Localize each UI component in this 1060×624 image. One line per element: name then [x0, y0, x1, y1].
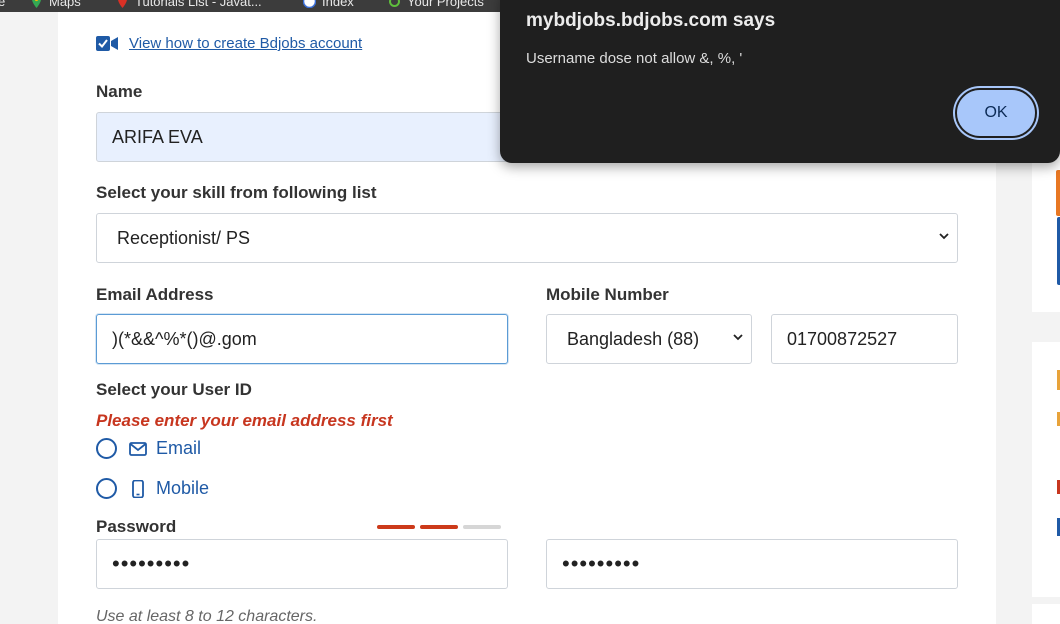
chevron-down-icon	[733, 334, 743, 341]
bookmark-label: Maps	[49, 0, 81, 9]
red-pin-icon	[118, 0, 127, 8]
bookmark-index[interactable]: Index	[303, 0, 354, 9]
userid-error-message: Please enter your email address first	[96, 411, 393, 430]
mobile-number-input[interactable]: 01700872527	[771, 314, 958, 364]
skill-select[interactable]: Receptionist/ PS	[96, 213, 958, 263]
bookmark-tutorials[interactable]: Tutorials List - Javat...	[116, 0, 262, 9]
country-code-value: Bangladesh (88)	[567, 328, 700, 349]
sidebar-card	[1032, 342, 1060, 597]
bookmark-maps[interactable]: Maps	[30, 0, 81, 9]
video-camera-icon	[96, 36, 118, 51]
userid-option-email[interactable]: Email	[96, 438, 201, 459]
name-input[interactable]: ARIFA EVA	[96, 112, 516, 162]
skill-label: Select your skill from following list	[96, 183, 377, 202]
email-option-label: Email	[156, 438, 202, 458]
password-strength-bar-3	[463, 525, 501, 529]
email-label: Email Address	[96, 285, 214, 304]
confirm-password-input[interactable]: •••••••••	[546, 539, 958, 589]
skill-value: Receptionist/ PS	[117, 227, 251, 248]
confirm-password-value: •••••••••	[562, 551, 641, 576]
name-value: ARIFA EVA	[112, 126, 203, 147]
mobile-number-value: 01700872527	[787, 328, 898, 349]
userid-option-mobile[interactable]: Mobile	[96, 478, 209, 499]
userid-label: Select your User ID	[96, 380, 252, 399]
shield-icon	[303, 0, 316, 8]
bookmark-label: Tutorials List - Javat...	[135, 0, 262, 9]
green-circle-icon	[389, 0, 400, 7]
alert-dialog: mybdjobs.bdjobs.com says Username dose n…	[500, 0, 1060, 163]
password-strength-bar-1	[377, 525, 415, 529]
country-code-select[interactable]: Bangladesh (88)	[546, 314, 752, 364]
mobile-radio[interactable]	[96, 478, 117, 499]
sidebar-card	[1032, 604, 1060, 624]
mobile-label: Mobile Number	[546, 285, 669, 304]
password-label: Password	[96, 517, 177, 536]
mobile-phone-icon	[132, 479, 144, 498]
ok-button[interactable]: OK	[955, 88, 1037, 138]
maps-pin-icon	[32, 0, 41, 8]
bookmark-label: Your Projects	[407, 0, 484, 9]
password-value: •••••••••	[112, 551, 191, 576]
bookmark-label: Index	[322, 0, 354, 9]
mobile-option-label: Mobile	[156, 478, 210, 498]
password-input[interactable]: •••••••••	[96, 539, 508, 589]
video-tutorial-link[interactable]: View how to create Bdjobs account	[129, 35, 362, 52]
bookmark-label: e	[0, 0, 6, 9]
envelope-icon	[129, 441, 147, 456]
email-value: )(*&&^%*()@.gom	[112, 328, 257, 349]
chevron-down-icon	[939, 233, 949, 240]
email-radio[interactable]	[96, 438, 117, 459]
email-input[interactable]: )(*&&^%*()@.gom	[96, 314, 508, 364]
dialog-message: Username dose not allow &, %, '	[526, 50, 743, 67]
dialog-title: mybdjobs.bdjobs.com says	[526, 10, 776, 31]
password-strength-bar-2	[420, 525, 458, 529]
bookmark-projects[interactable]: Your Projects	[388, 0, 484, 9]
password-hint: Use at least 8 to 12 characters.	[96, 608, 318, 624]
bookmark-partial[interactable]: e	[0, 0, 5, 9]
name-label: Name	[96, 82, 143, 101]
